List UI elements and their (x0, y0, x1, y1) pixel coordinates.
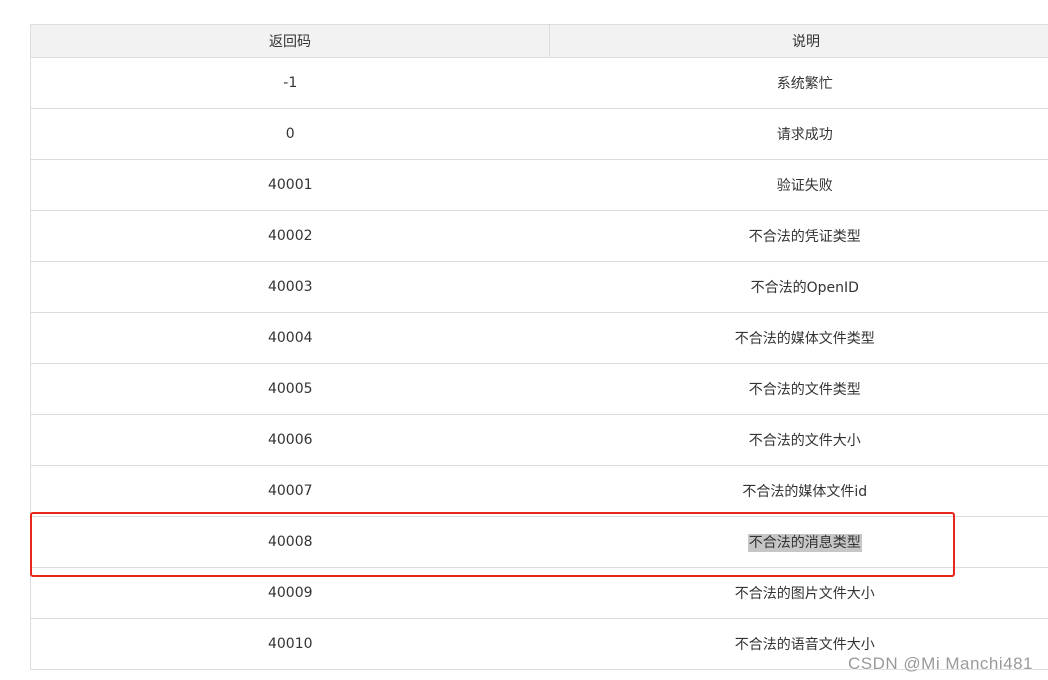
table-row: 40003 不合法的OpenID (30, 261, 1048, 313)
table-row: 40007 不合法的媒体文件id (30, 465, 1048, 517)
cell-code: 40007 (30, 465, 550, 517)
table-body: -1 系统繁忙 0 请求成功 40001 验证失败 40002 不合法的凭证类型… (30, 57, 1048, 670)
description-text: 验证失败 (776, 178, 833, 194)
cell-code: 40003 (30, 261, 550, 313)
description-text: 不合法的媒体文件类型 (734, 331, 875, 347)
cell-code: 40004 (30, 312, 550, 364)
page: 返回码 说明 -1 系统繁忙 0 请求成功 40001 验证失败 40002 不… (0, 0, 1048, 680)
description-text: 不合法的OpenID (750, 280, 859, 296)
cell-code: 40008 (30, 516, 550, 568)
cell-code: 40001 (30, 159, 550, 211)
cell-code: 40002 (30, 210, 550, 262)
column-header-code[interactable]: 返回码 (30, 24, 550, 58)
description-text: 不合法的文件类型 (748, 382, 861, 398)
selected-description-text[interactable]: 不合法的消息类型 (747, 534, 862, 552)
table-row: 40005 不合法的文件类型 (30, 363, 1048, 415)
cell-description: 不合法的图片文件大小 (549, 567, 1048, 619)
cell-description: 系统繁忙 (549, 57, 1048, 109)
cell-code: 40006 (30, 414, 550, 466)
description-text: 不合法的文件大小 (748, 433, 861, 449)
cell-code: 40009 (30, 567, 550, 619)
table-row: 40002 不合法的凭证类型 (30, 210, 1048, 262)
return-code-table: 返回码 说明 -1 系统繁忙 0 请求成功 40001 验证失败 40002 不… (30, 24, 1048, 670)
table-row: 40006 不合法的文件大小 (30, 414, 1048, 466)
cell-description: 请求成功 (549, 108, 1048, 160)
table-row-highlighted: 40008 不合法的消息类型 (30, 516, 1048, 568)
cell-description: 不合法的媒体文件id (549, 465, 1048, 517)
description-text: 请求成功 (776, 127, 833, 143)
table-row: 0 请求成功 (30, 108, 1048, 160)
table-row: 40001 验证失败 (30, 159, 1048, 211)
cell-code: 40010 (30, 618, 550, 670)
cell-description: 验证失败 (549, 159, 1048, 211)
cell-description: 不合法的凭证类型 (549, 210, 1048, 262)
description-text: 系统繁忙 (776, 76, 833, 92)
table-header-row: 返回码 说明 (30, 24, 1048, 58)
description-text: 不合法的凭证类型 (748, 229, 861, 245)
cell-description: 不合法的文件大小 (549, 414, 1048, 466)
cell-description: 不合法的媒体文件类型 (549, 312, 1048, 364)
cell-code: 40005 (30, 363, 550, 415)
cell-description: 不合法的文件类型 (549, 363, 1048, 415)
table-row: 40004 不合法的媒体文件类型 (30, 312, 1048, 364)
cell-description: 不合法的消息类型 (549, 516, 1048, 568)
cell-description: 不合法的OpenID (549, 261, 1048, 313)
column-header-description[interactable]: 说明 (549, 24, 1048, 58)
table-row: 40009 不合法的图片文件大小 (30, 567, 1048, 619)
cell-code: 0 (30, 108, 550, 160)
table-row: -1 系统繁忙 (30, 57, 1048, 109)
description-text: 不合法的语音文件大小 (734, 637, 875, 653)
description-text: 不合法的媒体文件id (742, 484, 868, 500)
csdn-watermark: CSDN @Mi Manchi481 (848, 654, 1033, 673)
description-text: 不合法的图片文件大小 (734, 586, 875, 602)
cell-code: -1 (30, 57, 550, 109)
